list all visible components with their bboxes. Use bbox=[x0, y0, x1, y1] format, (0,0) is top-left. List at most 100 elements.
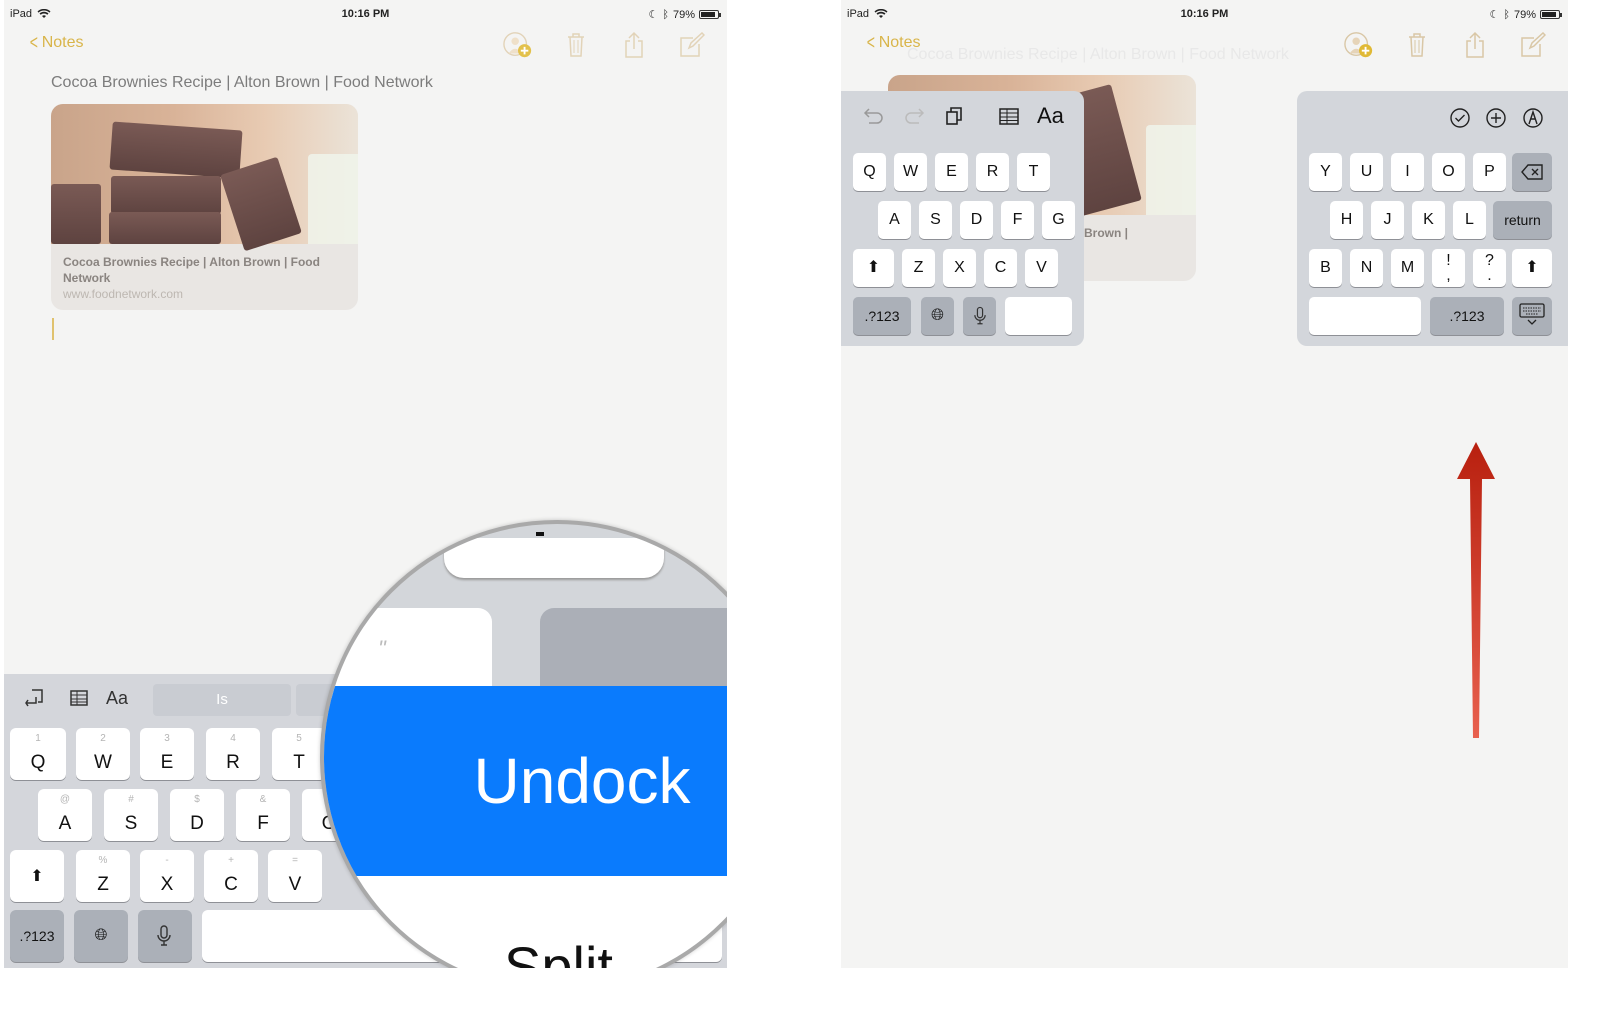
key-e[interactable]: E bbox=[935, 153, 968, 191]
dismiss-keyboard-key[interactable] bbox=[1512, 297, 1552, 335]
numbers-key[interactable]: .?123 bbox=[853, 297, 911, 335]
share-button[interactable] bbox=[1460, 30, 1490, 60]
delete-key[interactable] bbox=[1512, 153, 1552, 191]
key-m[interactable]: M bbox=[1391, 249, 1424, 287]
undock-menu-item[interactable]: Undock bbox=[324, 686, 727, 876]
status-bar: iPad 10:16 PM ☾ ᛒ 79% bbox=[4, 0, 727, 28]
compose-button[interactable] bbox=[1518, 30, 1548, 60]
key-s[interactable]: S bbox=[919, 201, 952, 239]
key-f[interactable]: F bbox=[1001, 201, 1034, 239]
redo-icon[interactable] bbox=[903, 107, 925, 125]
key-o[interactable]: O bbox=[1432, 153, 1465, 191]
split-menu-item[interactable]: Split bbox=[504, 934, 613, 968]
checklist-icon[interactable] bbox=[1449, 107, 1471, 129]
add-icon[interactable] bbox=[1485, 107, 1507, 129]
key-a[interactable]: @ A bbox=[38, 789, 92, 841]
globe-icon: 🌐︎ bbox=[94, 927, 108, 944]
magnifier-callout: " Undock Split bbox=[320, 520, 727, 968]
add-person-button[interactable] bbox=[503, 30, 533, 60]
key-h[interactable]: H bbox=[1330, 201, 1363, 239]
right-screenshot-panel: iPad 10:16 PM ☾ ᛒ 79% Cocoa Brownies Rec… bbox=[841, 0, 1568, 968]
globe-icon: 🌐︎ bbox=[931, 307, 944, 324]
key-r[interactable]: R bbox=[976, 153, 1009, 191]
trash-button[interactable] bbox=[561, 30, 591, 60]
key-w[interactable]: W bbox=[894, 153, 927, 191]
shift-key[interactable]: ⬆ bbox=[853, 249, 894, 287]
note-title[interactable]: Cocoa Brownies Recipe | Alton Brown | Fo… bbox=[51, 74, 433, 92]
left-screenshot-panel: iPad 10:16 PM ☾ ᛒ 79% < Notes Cocoa Brow… bbox=[4, 0, 727, 968]
key-v[interactable]: V bbox=[1025, 249, 1058, 287]
table-icon[interactable] bbox=[999, 108, 1019, 125]
key-e[interactable]: 3E bbox=[140, 728, 194, 780]
navigation-bar: < Notes bbox=[4, 28, 727, 62]
table-icon[interactable] bbox=[70, 690, 88, 706]
dictation-key[interactable] bbox=[138, 910, 192, 962]
clock: 10:16 PM bbox=[341, 8, 390, 20]
shift-key[interactable]: ⬆ bbox=[10, 850, 64, 902]
battery-percent: 79% bbox=[672, 8, 695, 21]
key-d[interactable]: $ D bbox=[170, 789, 224, 841]
globe-key[interactable]: 🌐︎ bbox=[921, 297, 954, 335]
paste-icon[interactable] bbox=[945, 106, 963, 126]
return-key[interactable]: return bbox=[1493, 201, 1552, 239]
key-w[interactable]: 2W bbox=[76, 728, 130, 780]
key-f[interactable]: & F bbox=[236, 789, 290, 841]
key-k[interactable]: K bbox=[1412, 201, 1445, 239]
key-c[interactable]: + C bbox=[204, 850, 258, 902]
key-x[interactable]: -X bbox=[140, 850, 194, 902]
key-q[interactable]: 1Q bbox=[10, 728, 66, 780]
back-button[interactable]: < Notes bbox=[28, 33, 84, 53]
numbers-key[interactable]: .?123 bbox=[10, 910, 64, 962]
trash-icon bbox=[1409, 33, 1425, 57]
space-bar-left[interactable] bbox=[1005, 297, 1072, 335]
key-y[interactable]: Y bbox=[1309, 153, 1342, 191]
trash-button[interactable] bbox=[1402, 30, 1432, 60]
key-c[interactable]: C bbox=[984, 249, 1017, 287]
space-bar-right[interactable] bbox=[1309, 297, 1421, 335]
undo-icon[interactable] bbox=[863, 107, 885, 125]
key-exclaim-comma[interactable]: ! , bbox=[1432, 249, 1465, 287]
link-preview-card[interactable]: Cocoa Brownies Recipe | Alton Brown | Fo… bbox=[51, 104, 358, 310]
key-l[interactable]: L bbox=[1453, 201, 1486, 239]
brownies-image bbox=[51, 104, 358, 252]
key-t[interactable]: 5T bbox=[272, 728, 326, 780]
add-person-button[interactable] bbox=[1344, 30, 1374, 60]
key-s[interactable]: # S bbox=[104, 789, 158, 841]
key-x[interactable]: X bbox=[943, 249, 976, 287]
compose-button[interactable] bbox=[677, 30, 707, 60]
back-button[interactable]: < Notes bbox=[865, 33, 921, 53]
key-n[interactable]: N bbox=[1350, 249, 1383, 287]
link-card-title: Cocoa Brownies Recipe | Alton Brown | Fo… bbox=[63, 255, 320, 285]
markup-pen-icon[interactable] bbox=[1522, 107, 1544, 129]
clock: 10:16 PM bbox=[1180, 8, 1229, 20]
key-r[interactable]: 4R bbox=[206, 728, 260, 780]
numbers-key[interactable]: .?123 bbox=[1430, 297, 1504, 335]
text-format-button[interactable]: Aa bbox=[1037, 103, 1064, 129]
shift-key[interactable]: ⬆ bbox=[1512, 249, 1552, 287]
microphone-icon bbox=[973, 306, 986, 325]
globe-key[interactable]: 🌐︎ bbox=[74, 910, 128, 962]
key-question-period[interactable]: ? . bbox=[1473, 249, 1506, 287]
prediction-suggestion[interactable]: Is bbox=[153, 684, 291, 716]
moon-icon: ☾ bbox=[1489, 9, 1500, 21]
key-a[interactable]: A bbox=[878, 201, 911, 239]
magnified-key bbox=[324, 608, 492, 698]
key-z[interactable]: Z bbox=[902, 249, 935, 287]
key-q[interactable]: Q bbox=[853, 153, 886, 191]
key-u[interactable]: U bbox=[1350, 153, 1383, 191]
navigation-bar: < Notes bbox=[841, 28, 1568, 62]
key-v[interactable]: = V bbox=[268, 850, 322, 902]
key-j[interactable]: J bbox=[1371, 201, 1404, 239]
key-d[interactable]: D bbox=[960, 201, 993, 239]
share-icon bbox=[1466, 31, 1484, 58]
share-button[interactable] bbox=[619, 30, 649, 60]
dictation-key[interactable] bbox=[963, 297, 996, 335]
key-t[interactable]: T bbox=[1017, 153, 1050, 191]
key-i[interactable]: I bbox=[1391, 153, 1424, 191]
paste-undo-icon[interactable] bbox=[24, 686, 46, 708]
key-g[interactable]: G bbox=[1042, 201, 1075, 239]
key-z[interactable]: % Z bbox=[76, 850, 130, 902]
text-format-button[interactable]: Aa bbox=[106, 688, 128, 709]
key-b[interactable]: B bbox=[1309, 249, 1342, 287]
key-p[interactable]: P bbox=[1473, 153, 1506, 191]
